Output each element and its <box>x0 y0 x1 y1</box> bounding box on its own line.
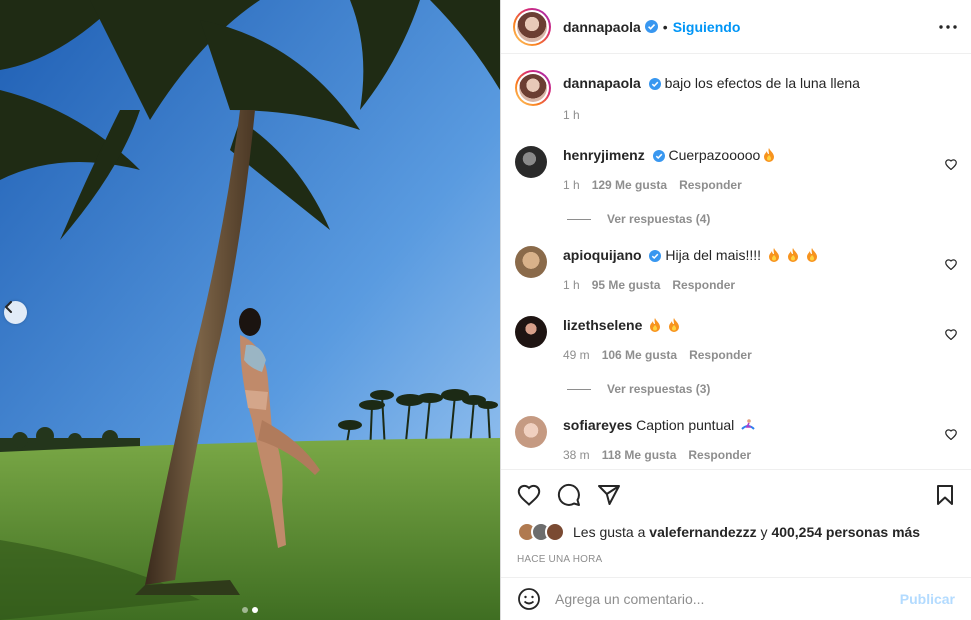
chevron-left-icon <box>5 301 12 313</box>
comment-item: sofiareyes Caption puntual 38 m 118 Me g… <box>515 416 957 464</box>
post-header: dannapaola • Siguiendo <box>501 0 971 54</box>
commenter-avatar[interactable] <box>515 416 547 448</box>
comment-item: lizethselene 49 m 106 Me gusta Responder <box>515 316 957 364</box>
like-comment-heart-icon[interactable] <box>945 259 957 270</box>
comment-item: henryjimenz Cuerpazooooo 1 h 129 Me gust… <box>515 146 957 194</box>
instagram-post-modal: dannapaola • Siguiendo dannapaola bajo l… <box>0 0 971 620</box>
commenter-avatar[interactable] <box>515 246 547 278</box>
reply-button[interactable]: Responder <box>672 276 735 294</box>
verified-badge-icon <box>652 150 665 163</box>
reply-button[interactable]: Responder <box>688 446 751 464</box>
author-username[interactable]: dannapaola <box>563 19 641 35</box>
share-send-icon[interactable] <box>597 484 621 506</box>
post-actions: Les gusta a valefernandezzz y 400,254 pe… <box>501 469 971 577</box>
comment-likes[interactable]: 95 Me gusta <box>592 276 661 294</box>
fire-emoji-icon <box>768 248 779 262</box>
post-photo[interactable] <box>0 0 500 620</box>
surfer-emoji-icon <box>741 419 755 430</box>
view-replies-label: Ver respuestas (3) <box>607 382 711 396</box>
comment-time[interactable]: 49 m <box>563 346 590 364</box>
beach-palm-photo <box>0 0 500 620</box>
likes-prefix: Les gusta a <box>573 524 646 540</box>
comment-username[interactable]: sofiareyes <box>563 417 632 433</box>
post-timestamp[interactable]: HACE UNA HORA <box>517 554 955 565</box>
comment-time[interactable]: 1 h <box>563 176 580 194</box>
verified-badge-icon <box>644 20 658 33</box>
save-bookmark-icon[interactable] <box>935 484 955 506</box>
comment-item: apioquijano Hija del mais!!!! 1 h 95 Me … <box>515 246 957 294</box>
comment-text: Caption puntual <box>636 417 735 433</box>
fire-emoji-icon <box>806 248 817 262</box>
comment-username[interactable]: apioquijano <box>563 247 642 263</box>
comment-time[interactable]: 38 m <box>563 446 590 464</box>
verified-badge-icon <box>648 78 661 91</box>
view-replies-button[interactable]: Ver respuestas (4) <box>567 212 957 226</box>
caption-time[interactable]: 1 h <box>563 106 580 124</box>
caption-username[interactable]: dannapaola <box>563 75 641 91</box>
likes-conjunction: y <box>760 524 768 540</box>
comments-list[interactable]: dannapaola bajo los efectos de la luna l… <box>501 54 971 469</box>
comment-bubble-icon[interactable] <box>557 483 581 507</box>
pagination-dot-active <box>252 607 258 613</box>
view-replies-label: Ver respuestas (4) <box>607 212 711 226</box>
verified-badge-icon <box>649 250 662 263</box>
publish-button[interactable]: Publicar <box>900 591 955 607</box>
author-avatar[interactable] <box>513 7 551 46</box>
post-side-panel: dannapaola • Siguiendo dannapaola bajo l… <box>500 0 971 620</box>
comment-username[interactable]: lizethselene <box>563 317 642 333</box>
header-separator: • <box>662 18 668 35</box>
add-comment-bar: Publicar <box>501 577 971 620</box>
reply-button[interactable]: Responder <box>689 346 752 364</box>
more-horizontal-icon[interactable] <box>939 24 957 29</box>
comment-likes[interactable]: 129 Me gusta <box>592 176 667 194</box>
likes-others-count[interactable]: 400,254 personas más <box>771 524 920 540</box>
commenter-avatar[interactable] <box>515 316 547 348</box>
comment-text: Cuerpazooooo <box>668 147 761 163</box>
like-comment-heart-icon[interactable] <box>945 329 957 340</box>
like-comment-heart-icon[interactable] <box>945 429 957 440</box>
photo-pagination-dots <box>0 607 500 613</box>
like-comment-heart-icon[interactable] <box>945 159 957 170</box>
comment-likes[interactable]: 118 Me gusta <box>602 446 677 464</box>
fire-emoji-icon <box>669 318 680 332</box>
caption-avatar[interactable] <box>515 70 551 106</box>
emoji-smiley-icon[interactable] <box>517 587 541 611</box>
fire-emoji-icon <box>650 318 661 332</box>
post-caption: dannapaola bajo los efectos de la luna l… <box>515 70 957 124</box>
reply-button[interactable]: Responder <box>679 176 742 194</box>
comment-input[interactable] <box>555 591 900 607</box>
view-replies-button[interactable]: Ver respuestas (3) <box>567 382 957 396</box>
pagination-dot <box>242 607 248 613</box>
likes-first-user[interactable]: valefernandezzz <box>649 524 756 540</box>
liker-avatar <box>545 522 565 542</box>
caption-text: bajo los efectos de la luna llena <box>664 75 860 91</box>
commenter-avatar[interactable] <box>515 146 547 178</box>
comment-time[interactable]: 1 h <box>563 276 580 294</box>
comment-likes[interactable]: 106 Me gusta <box>602 346 677 364</box>
following-button[interactable]: Siguiendo <box>673 19 741 35</box>
likes-summary: Les gusta a valefernandezzz y 400,254 pe… <box>517 522 955 542</box>
like-heart-icon[interactable] <box>517 484 541 506</box>
fire-emoji-icon <box>764 148 775 162</box>
liker-avatars[interactable] <box>517 522 565 542</box>
comment-username[interactable]: henryjimenz <box>563 147 645 163</box>
previous-photo-button[interactable] <box>4 301 27 324</box>
fire-emoji-icon <box>787 248 798 262</box>
comment-text: Hija del mais!!!! <box>665 247 762 263</box>
